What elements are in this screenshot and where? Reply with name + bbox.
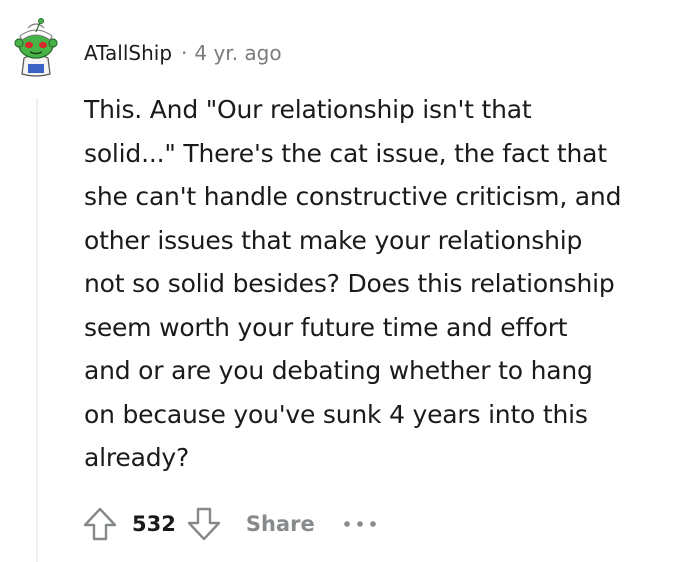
more-options-button[interactable] bbox=[343, 504, 377, 544]
vote-count: 532 bbox=[132, 512, 176, 536]
ellipsis-icon bbox=[343, 521, 376, 527]
downvote-button[interactable] bbox=[184, 504, 224, 544]
share-button[interactable]: Share bbox=[246, 512, 315, 536]
thread-line[interactable] bbox=[36, 98, 38, 562]
comment-actions: 532 Share bbox=[80, 500, 377, 548]
comment-body: This. And "Our relationship isn't that s… bbox=[84, 95, 622, 472]
meta-separator: · bbox=[181, 41, 188, 65]
upvote-arrow-icon bbox=[83, 507, 117, 541]
username-link[interactable]: ATallShip bbox=[84, 41, 172, 65]
comment-timestamp[interactable]: 4 yr. ago bbox=[194, 41, 281, 65]
comment-header: ATallShip · 4 yr. ago bbox=[84, 36, 282, 70]
downvote-arrow-icon bbox=[187, 507, 221, 541]
avatar[interactable] bbox=[4, 14, 68, 78]
snoo-avatar-icon bbox=[14, 18, 58, 77]
upvote-button[interactable] bbox=[80, 504, 120, 544]
